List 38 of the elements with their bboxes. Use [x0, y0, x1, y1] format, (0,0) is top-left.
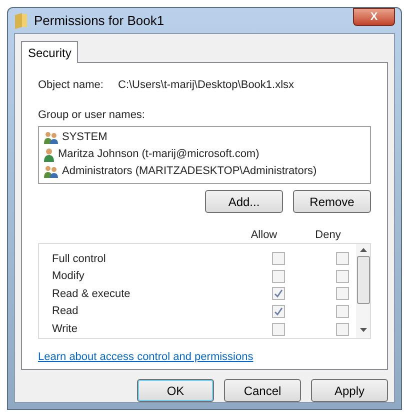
deny-header: Deny [314, 228, 342, 241]
checkbox[interactable] [336, 305, 348, 318]
permission-name: Write [52, 322, 78, 337]
permission-name: Read & execute [52, 286, 132, 302]
permission-name: Read [52, 304, 80, 320]
dialog-button[interactable]: OK [137, 379, 214, 402]
checkbox[interactable] [336, 252, 348, 266]
checkbox[interactable] [272, 305, 284, 318]
group-list-item[interactable]: SYSTEM [43, 129, 366, 146]
checkbox[interactable] [336, 287, 348, 300]
permission-name: Modify [52, 269, 86, 284]
scroll-up-icon[interactable] [360, 248, 366, 252]
group-list-item[interactable]: Administrators (MARITZADESKTOP\Administrators) [43, 163, 366, 180]
scroll-down-icon[interactable] [360, 328, 366, 332]
dialog-button[interactable]: Apply [311, 379, 388, 402]
users-icon [43, 164, 59, 178]
dialog-button[interactable]: Cancel [224, 379, 301, 402]
user-icon [43, 148, 55, 162]
checkbox[interactable] [336, 322, 348, 336]
checkbox[interactable] [272, 322, 284, 336]
group-action-button[interactable]: Add... [205, 190, 283, 213]
object-name-value: C:\Users\t-marij\Desktop\Book1.xlsx [118, 78, 294, 93]
checkbox[interactable] [272, 270, 284, 283]
help-link[interactable]: Learn about access control and permissions [38, 349, 371, 366]
users-icon [43, 130, 59, 144]
groups-label: Group or user names: [38, 108, 146, 122]
group-action-button[interactable]: Remove [293, 190, 371, 213]
permission-name: Full control [52, 252, 107, 267]
checkbox[interactable] [272, 252, 284, 266]
checkbox[interactable] [272, 287, 284, 300]
scrollbar[interactable] [356, 244, 370, 338]
tab[interactable]: Security [21, 41, 78, 63]
checkbox[interactable] [336, 270, 348, 283]
group-list-item[interactable]: Maritza Johnson (t-marij@microsoft.com) [43, 146, 366, 163]
folder-icon [14, 12, 28, 28]
object-name-label: Object name: [38, 78, 104, 93]
window-title: Permissions for Book1 [34, 12, 166, 30]
allow-header: Allow [250, 228, 278, 241]
